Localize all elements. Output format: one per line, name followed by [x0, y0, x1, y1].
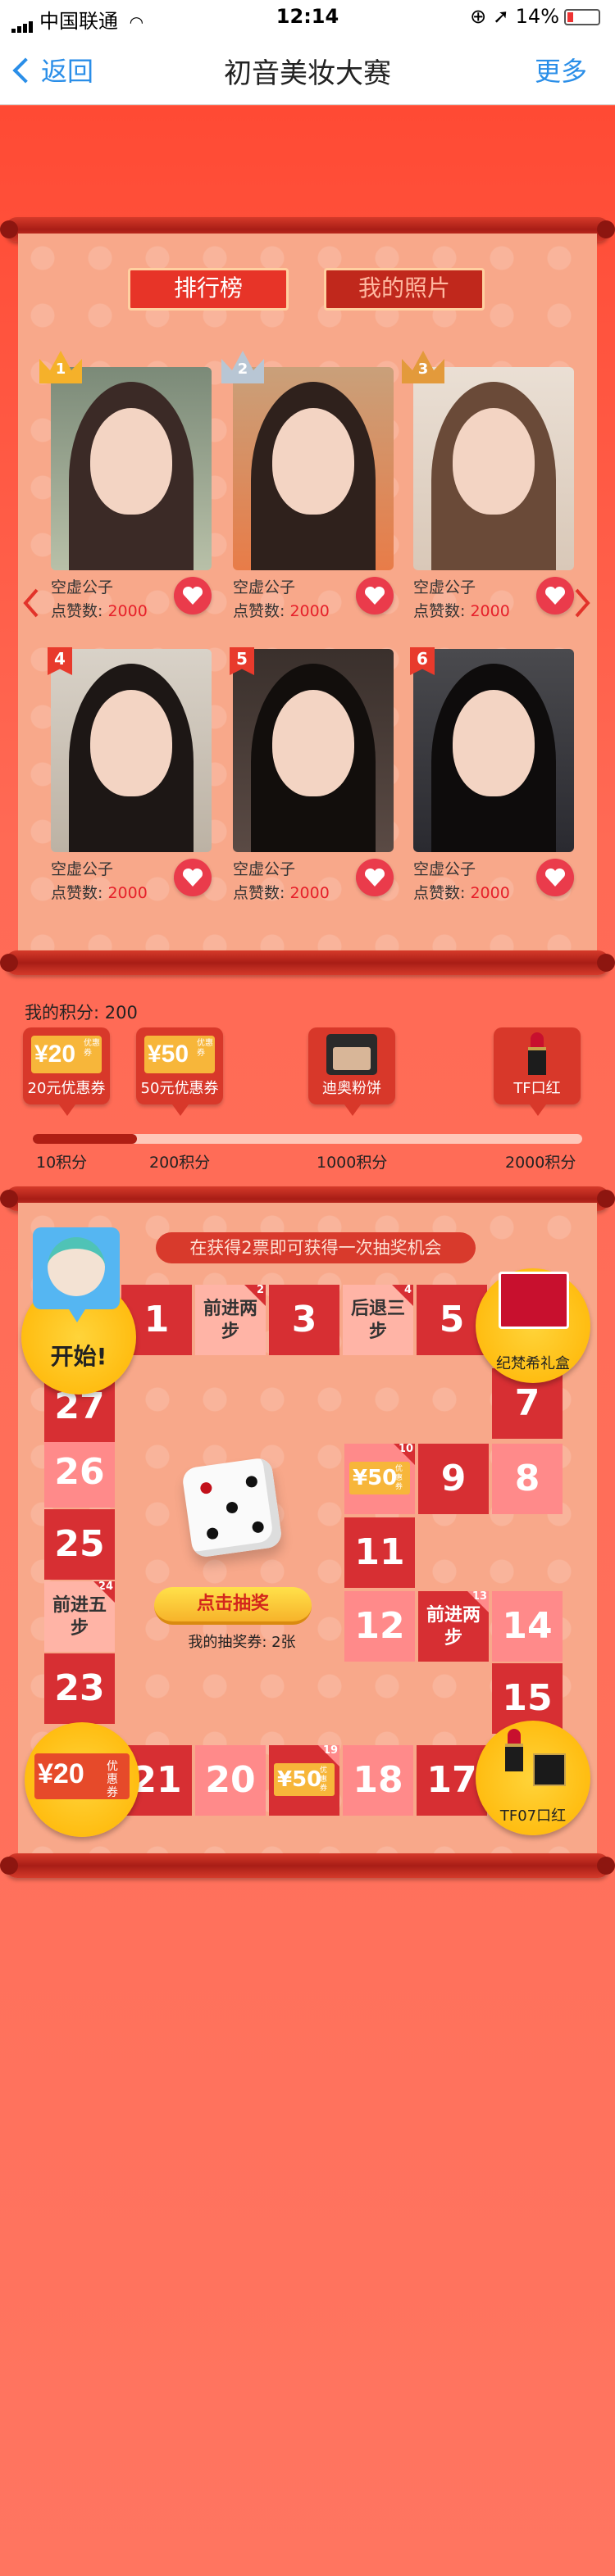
heart-icon — [364, 586, 385, 605]
page-title: 初音美妆大赛 — [224, 57, 391, 90]
board-cell: 8 — [492, 1444, 563, 1514]
like-button[interactable] — [356, 577, 394, 615]
contestant-card[interactable]: 1 空虚公子 点赞数: 2000 — [39, 351, 212, 621]
coupon-icon: ¥50 优惠券 — [144, 1036, 215, 1073]
board-cell: 前进两步 2 — [195, 1285, 266, 1355]
mascot-avatar — [33, 1227, 120, 1322]
contestant-photo[interactable] — [51, 367, 212, 570]
chevron-right-icon[interactable] — [574, 588, 590, 618]
contestant-photo[interactable] — [413, 649, 574, 852]
like-button[interactable] — [356, 859, 394, 896]
board-cell: 后退三步 4 — [343, 1285, 413, 1355]
compact-powder-icon — [326, 1034, 377, 1075]
contestant-photo[interactable] — [51, 649, 212, 852]
nav-bar: 返回 初音美妆大赛 更多 — [0, 33, 615, 105]
tick-label: 1000积分 — [317, 1154, 388, 1172]
board-cell: 18 — [343, 1745, 413, 1816]
heart-icon — [544, 868, 566, 887]
like-button[interactable] — [536, 577, 574, 615]
heart-icon — [182, 586, 203, 605]
location-icon: ➚ — [492, 5, 510, 28]
scroll-rod-bottom — [0, 1853, 615, 1878]
prize-coupon-50[interactable]: ¥50 优惠券 50元优惠券 — [136, 1027, 223, 1116]
contestant-card[interactable]: 2 空虚公子 点赞数: 2000 — [221, 351, 394, 621]
tick-label: 10积分 — [36, 1154, 88, 1172]
lock-rotation-icon: ⊕ — [470, 5, 487, 28]
scroll-rod-bottom — [0, 950, 615, 975]
tick-label: 2000积分 — [505, 1154, 576, 1172]
board-cell: 26 — [44, 1437, 115, 1508]
lipstick-icon — [528, 1032, 546, 1075]
board-cell: 前进五步 24 — [44, 1581, 115, 1652]
lipstick-box-icon — [533, 1753, 566, 1786]
heart-icon — [364, 868, 385, 887]
battery-area: ⊕ ➚ 14% — [470, 5, 600, 28]
battery-icon — [564, 9, 600, 25]
gift-box-icon — [499, 1272, 569, 1329]
lipstick-icon — [505, 1729, 523, 1771]
contestant-photo[interactable] — [413, 367, 574, 570]
coupon-icon: ¥50 优惠券 — [349, 1462, 410, 1494]
board-cell: ¥50 优惠券 10 — [344, 1444, 415, 1514]
coupon-icon: ¥50 优惠券 — [274, 1763, 335, 1796]
coupon-icon: ¥20 优惠券 — [31, 1036, 102, 1073]
prize-coupon-20-badge[interactable]: ¥20 优惠券 — [25, 1722, 139, 1837]
like-button[interactable] — [536, 859, 574, 896]
draw-lottery-button[interactable]: 点击抽奖 — [154, 1587, 312, 1625]
more-button[interactable]: 更多 — [535, 51, 587, 88]
board-cell: 9 — [418, 1444, 489, 1514]
prize-coupon-20[interactable]: ¥20 优惠券 20元优惠券 — [23, 1027, 110, 1116]
dice-icon[interactable] — [180, 1456, 284, 1559]
prize-gift-box[interactable]: 纪梵希礼盒 — [476, 1268, 590, 1383]
points-progress — [33, 1134, 582, 1144]
board-cell: ¥50 优惠券 19 — [269, 1745, 339, 1816]
tab-ranking[interactable]: 排行榜 — [128, 268, 289, 311]
coupon-icon: ¥20 优惠券 — [34, 1753, 130, 1799]
board-hint: 在获得2票即可获得一次抽奖机会 — [156, 1232, 476, 1263]
contestant-photo[interactable] — [233, 649, 394, 852]
progress-fill — [33, 1134, 138, 1144]
battery-percent: 14% — [515, 5, 559, 28]
board-cell: 20 — [195, 1745, 266, 1816]
contestant-card[interactable]: 6 空虚公子 点赞数: 2000 — [410, 647, 574, 903]
crown-icon: 2 — [221, 351, 264, 383]
contestant-card[interactable]: 3 空虚公子 点赞数: 2000 — [402, 351, 574, 621]
prize-lipstick[interactable]: TF07口红 — [476, 1721, 590, 1835]
board-cell: 前进两步 13 — [418, 1591, 489, 1662]
heart-icon — [544, 586, 566, 605]
status-bar: 中国联通 ◠ 12:14 ⊕ ➚ 14% — [0, 0, 615, 34]
board-cell: 12 — [344, 1591, 415, 1662]
my-points: 我的积分: 200 — [25, 1003, 138, 1023]
board-cell: 11 — [344, 1517, 415, 1588]
contestant-card[interactable]: 4 空虚公子 点赞数: 2000 — [48, 647, 212, 903]
board-cell: 14 — [492, 1591, 563, 1662]
prize-tf-lipstick[interactable]: TF口红 — [494, 1027, 581, 1116]
tab-my-photos[interactable]: 我的照片 — [324, 268, 485, 311]
contestant-photo[interactable] — [233, 367, 394, 570]
chevron-left-icon[interactable] — [23, 588, 39, 618]
lottery-tickets: 我的抽奖券: 2张 — [188, 1634, 296, 1651]
like-button[interactable] — [174, 859, 212, 896]
board-cell: 3 — [269, 1285, 339, 1355]
board-cell: 23 — [44, 1653, 115, 1724]
tick-label: 200积分 — [149, 1154, 211, 1172]
prize-dior-compact[interactable]: 迪奥粉饼 — [308, 1027, 395, 1116]
crown-icon: 3 — [402, 351, 444, 383]
heart-icon — [182, 868, 203, 887]
contestant-card[interactable]: 5 空虚公子 点赞数: 2000 — [230, 647, 394, 903]
like-button[interactable] — [174, 577, 212, 615]
crown-icon: 1 — [39, 351, 82, 383]
board-cell: 25 — [44, 1509, 115, 1580]
